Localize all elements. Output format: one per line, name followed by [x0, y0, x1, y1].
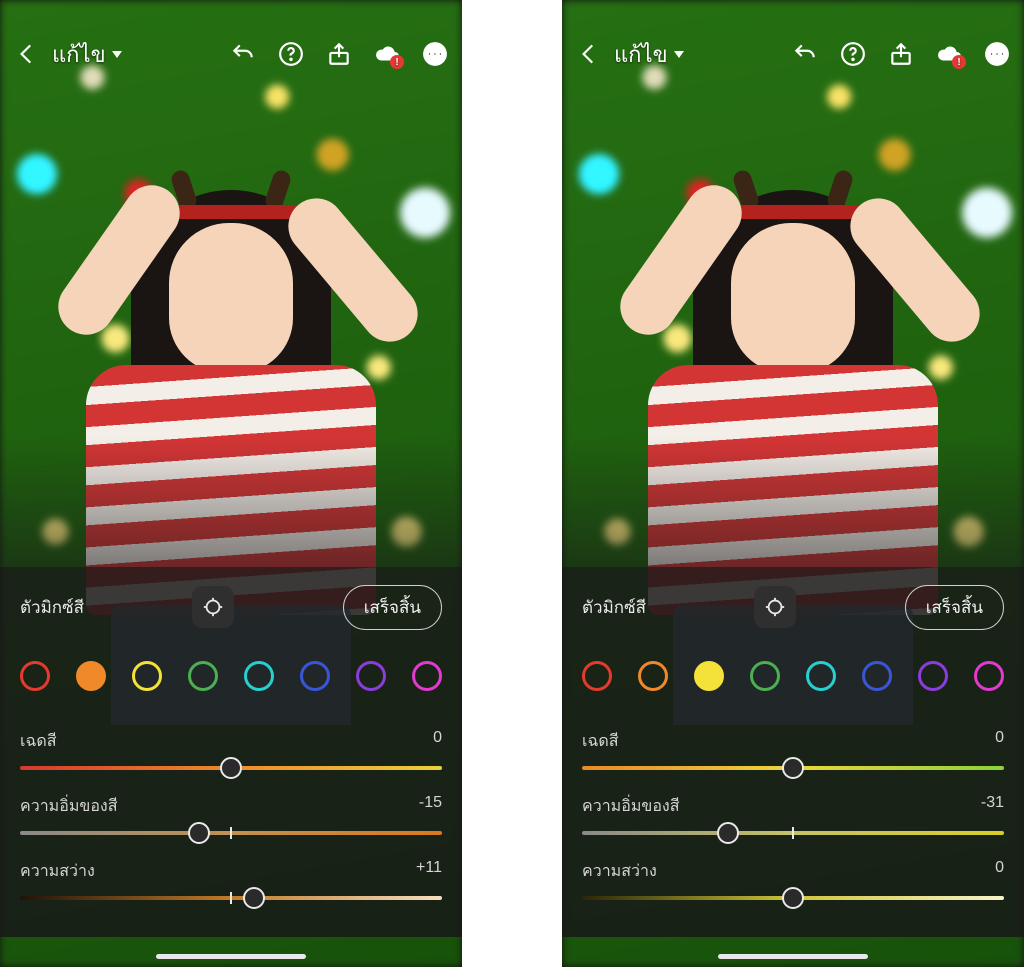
color-swatch-5[interactable]: [862, 661, 892, 691]
color-swatch-5[interactable]: [300, 661, 330, 691]
slider-center-tick: [230, 892, 232, 904]
slider-row-2: ความสว่าง 0: [582, 859, 1004, 900]
color-swatch-2[interactable]: [694, 661, 724, 691]
color-swatch-6[interactable]: [356, 661, 386, 691]
slider-track[interactable]: [20, 766, 442, 770]
slider-value: 0: [995, 729, 1004, 754]
more-icon[interactable]: [984, 41, 1010, 67]
chevron-down-icon: [112, 51, 122, 58]
slider-value: +11: [416, 859, 442, 884]
color-swatch-row: [582, 641, 1004, 711]
slider-track[interactable]: [582, 831, 1004, 835]
color-mix-panel: ตัวมิกซ์สี เสร็จสิ้น เฉดสี 0 ความอิ่มของสี…: [0, 567, 462, 937]
home-indicator[interactable]: [718, 954, 868, 959]
phone-screen-left: แก้ไข ! ตัวมิกซ์สี: [0, 0, 462, 967]
slider-value: -31: [981, 794, 1004, 819]
targeted-adjust-button[interactable]: [754, 586, 796, 628]
slider-row-1: ความอิ่มของสี -15: [20, 794, 442, 835]
color-swatch-2[interactable]: [132, 661, 162, 691]
color-mix-panel: ตัวมิกซ์สี เสร็จสิ้น เฉดสี 0 ความอิ่มของสี…: [562, 567, 1024, 937]
more-icon[interactable]: [422, 41, 448, 67]
slider-value: -15: [419, 794, 442, 819]
color-swatch-0[interactable]: [582, 661, 612, 691]
color-swatch-6[interactable]: [918, 661, 948, 691]
slider-track[interactable]: [20, 896, 442, 900]
chevron-down-icon: [674, 51, 684, 58]
color-swatch-7[interactable]: [974, 661, 1004, 691]
mode-dropdown[interactable]: แก้ไข: [614, 37, 684, 72]
slider-row-2: ความสว่าง +11: [20, 859, 442, 900]
share-icon[interactable]: [326, 41, 352, 67]
slider-label: เฉดสี: [20, 729, 57, 754]
panel-title: ตัวมิกซ์สี: [20, 594, 84, 621]
share-icon[interactable]: [888, 41, 914, 67]
slider-row-0: เฉดสี 0: [20, 729, 442, 770]
back-icon[interactable]: [14, 41, 40, 67]
slider-knob[interactable]: [188, 822, 210, 844]
color-swatch-1[interactable]: [638, 661, 668, 691]
cloud-alert-badge: !: [952, 55, 966, 69]
slider-group: เฉดสี 0 ความอิ่มของสี -31 ความสว่าง 0: [582, 729, 1004, 900]
slider-value: 0: [433, 729, 442, 754]
slider-knob[interactable]: [782, 887, 804, 909]
help-icon[interactable]: [840, 41, 866, 67]
slider-label: ความอิ่มของสี: [582, 794, 680, 819]
color-swatch-4[interactable]: [244, 661, 274, 691]
color-swatch-3[interactable]: [750, 661, 780, 691]
cloud-sync-icon[interactable]: !: [374, 41, 400, 67]
phone-screen-right: แก้ไข ! ตัวมิกซ์สี: [562, 0, 1024, 967]
slider-track[interactable]: [582, 766, 1004, 770]
targeted-adjust-button[interactable]: [192, 586, 234, 628]
slider-knob[interactable]: [220, 757, 242, 779]
help-icon[interactable]: [278, 41, 304, 67]
slider-knob[interactable]: [717, 822, 739, 844]
slider-label: เฉดสี: [582, 729, 619, 754]
slider-center-tick: [230, 827, 232, 839]
back-icon[interactable]: [576, 41, 602, 67]
mode-dropdown[interactable]: แก้ไข: [52, 37, 122, 72]
slider-knob[interactable]: [243, 887, 265, 909]
slider-knob[interactable]: [782, 757, 804, 779]
slider-track[interactable]: [20, 831, 442, 835]
mode-title: แก้ไข: [52, 37, 106, 72]
color-swatch-row: [20, 641, 442, 711]
done-button[interactable]: เสร็จสิ้น: [905, 585, 1004, 630]
color-swatch-7[interactable]: [412, 661, 442, 691]
top-bar: แก้ไข !: [0, 0, 462, 80]
slider-track[interactable]: [582, 896, 1004, 900]
cloud-alert-badge: !: [390, 55, 404, 69]
slider-value: 0: [995, 859, 1004, 884]
undo-icon[interactable]: [792, 41, 818, 67]
slider-label: ความสว่าง: [582, 859, 657, 884]
slider-row-1: ความอิ่มของสี -31: [582, 794, 1004, 835]
color-swatch-4[interactable]: [806, 661, 836, 691]
slider-label: ความอิ่มของสี: [20, 794, 118, 819]
slider-group: เฉดสี 0 ความอิ่มของสี -15 ความสว่าง +11: [20, 729, 442, 900]
home-indicator[interactable]: [156, 954, 306, 959]
cloud-sync-icon[interactable]: !: [936, 41, 962, 67]
top-bar: แก้ไข !: [562, 0, 1024, 80]
slider-row-0: เฉดสี 0: [582, 729, 1004, 770]
color-swatch-3[interactable]: [188, 661, 218, 691]
panel-title: ตัวมิกซ์สี: [582, 594, 646, 621]
mode-title: แก้ไข: [614, 37, 668, 72]
done-button[interactable]: เสร็จสิ้น: [343, 585, 442, 630]
slider-center-tick: [792, 827, 794, 839]
undo-icon[interactable]: [230, 41, 256, 67]
slider-label: ความสว่าง: [20, 859, 95, 884]
color-swatch-1[interactable]: [76, 661, 106, 691]
color-swatch-0[interactable]: [20, 661, 50, 691]
